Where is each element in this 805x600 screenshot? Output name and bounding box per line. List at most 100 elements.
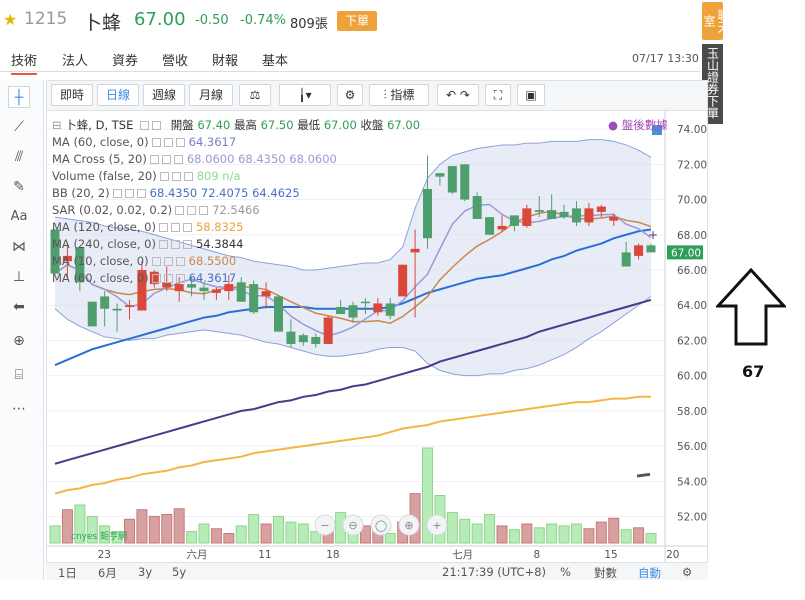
chat-room-button[interactable]: 聊天室 [702, 2, 730, 40]
text-icon[interactable]: Aa [8, 206, 30, 228]
ruler-icon[interactable]: ⌸ [8, 364, 30, 386]
brush-icon[interactable]: ✎ [8, 176, 30, 198]
fork-icon[interactable]: ⫻ [8, 146, 30, 168]
volume-bar [136, 509, 148, 544]
tab-institutional[interactable]: 法人 [62, 50, 88, 69]
indicator-name: MA (60, close, 0) [52, 271, 149, 285]
eye-icon[interactable] [151, 138, 161, 147]
annotation-value: 67 [742, 362, 765, 381]
eye-icon[interactable] [112, 189, 122, 198]
more-icon[interactable]: ⋯ [8, 398, 30, 420]
tab-basic[interactable]: 基本 [262, 50, 288, 69]
range-6m[interactable]: 6月 [98, 565, 117, 581]
close-icon[interactable] [175, 257, 185, 266]
settings-box[interactable] [140, 121, 150, 130]
tab-financials[interactable]: 財報 [212, 50, 238, 69]
percent-toggle[interactable]: % [560, 565, 571, 579]
order-button[interactable]: 下單 [337, 11, 377, 31]
indicator-row[interactable]: MA Cross (5, 20) 68.0600 68.4350 68.0600 [52, 151, 472, 168]
indicator-row[interactable]: MA (10, close, 0) 68.5500 [52, 253, 472, 270]
tab-revenue[interactable]: 營收 [162, 50, 188, 69]
eye-icon[interactable] [149, 155, 159, 164]
eye-icon[interactable] [158, 240, 168, 249]
balance-icon[interactable]: ⚖ [239, 84, 271, 106]
eye-icon[interactable] [151, 274, 161, 283]
settings-box[interactable] [163, 274, 173, 283]
gear-icon[interactable]: ⚙ [682, 565, 692, 579]
indicator-row[interactable]: SAR (0.02, 0.02, 0.2) 72.5466 [52, 202, 472, 219]
high-value: 67.50 [260, 118, 294, 132]
close-icon[interactable] [175, 274, 185, 283]
settings-box[interactable] [170, 240, 180, 249]
eye-icon[interactable] [159, 172, 169, 181]
indicator-row[interactable]: MA (60, close, 0) 64.3617 [52, 270, 472, 287]
volume-bar [297, 523, 309, 544]
low-value: 67.00 [323, 118, 357, 132]
eye-icon[interactable] [151, 257, 161, 266]
indicator-row[interactable]: MA (240, close, 0) 54.3844 [52, 236, 472, 253]
settings-box[interactable] [163, 138, 173, 147]
indicator-row[interactable]: MA (120, close, 0) 58.8325 [52, 219, 472, 236]
close-icon[interactable] [199, 206, 209, 215]
close-icon[interactable] [182, 223, 192, 232]
stock-code: 1215 [24, 9, 68, 29]
indicator-legend: ⊟ 卜蜂, D, TSE 開盤 67.40 最高 67.50 最低 67.00 … [52, 117, 472, 287]
volume-bar [198, 523, 210, 544]
candle-body [547, 210, 557, 219]
zoom-icon[interactable]: ⊕ [8, 330, 30, 352]
gear-icon[interactable]: ⚙ [337, 84, 363, 106]
log-toggle[interactable]: 對數 [594, 565, 617, 581]
measure-icon[interactable]: ⊥ [8, 266, 30, 288]
indicators-button[interactable]: ⫶ 指標 [369, 84, 429, 106]
eye-icon[interactable] [175, 206, 185, 215]
watermark: cnyes 鉅亨網 [71, 530, 127, 542]
undo-icon[interactable]: ↶ [446, 88, 456, 102]
settings-box[interactable] [171, 172, 181, 181]
indicator-row[interactable]: BB (20, 2) 68.4350 72.4075 64.4625 [52, 185, 472, 202]
tab-margin[interactable]: 資券 [112, 50, 138, 69]
settings-box[interactable] [161, 155, 171, 164]
camera-icon[interactable]: ▣ [517, 84, 545, 106]
close-icon[interactable] [183, 172, 193, 181]
close-icon[interactable] [175, 138, 185, 147]
collapse-icon[interactable]: ⊟ [52, 118, 62, 132]
close-icon[interactable] [136, 189, 146, 198]
range-5y[interactable]: 5y [172, 565, 186, 579]
volume-bar [235, 525, 247, 544]
arrow-icon[interactable]: ⬅ [8, 296, 30, 318]
intraday-button[interactable]: 即時 [51, 84, 93, 106]
trendline-icon[interactable]: ⟋ [8, 116, 30, 138]
settings-box[interactable] [124, 189, 134, 198]
range-3y[interactable]: 3y [138, 565, 152, 579]
star-icon[interactable]: ★ [3, 10, 17, 29]
after-hours-link[interactable]: ● 盤後數據 [608, 117, 668, 133]
pattern-icon[interactable]: ⋈ [8, 236, 30, 258]
monthly-button[interactable]: 月線 [189, 84, 233, 106]
crosshair-icon[interactable]: ┼ [8, 86, 30, 108]
candle-icon[interactable]: ╽▾ [279, 84, 331, 106]
fullscreen-icon[interactable]: ⛶ [485, 84, 511, 106]
weekly-button[interactable]: 週線 [143, 84, 185, 106]
redo-icon[interactable]: ↷ [460, 88, 470, 102]
settings-box[interactable] [170, 223, 180, 232]
auto-toggle[interactable]: 自動 [638, 565, 661, 581]
indicator-name: SAR (0.02, 0.02, 0.2) [52, 203, 173, 217]
undo-redo[interactable]: ↶ ↷ [437, 84, 479, 106]
close-icon[interactable] [182, 240, 192, 249]
daily-button[interactable]: 日線 [97, 84, 139, 106]
settings-box[interactable] [163, 257, 173, 266]
candle-body [323, 317, 333, 344]
tab-technical[interactable]: 技術 [11, 50, 38, 75]
settings-box[interactable] [152, 121, 162, 130]
eye-icon[interactable] [158, 223, 168, 232]
close-icon[interactable] [173, 155, 183, 164]
range-1d[interactable]: 1日 [58, 565, 77, 581]
after-hours-label: 盤後數據 [621, 118, 668, 132]
indicator-row[interactable]: MA (60, close, 0) 64.3617 [52, 134, 472, 151]
settings-box[interactable] [187, 206, 197, 215]
zoom-control-label: ⊖ [348, 519, 357, 532]
close-label: 收盤 [360, 118, 384, 132]
chart-symbol: 卜蜂, D, TSE [65, 118, 134, 132]
price-change: -0.50 [195, 13, 229, 28]
indicator-row[interactable]: Volume (false, 20) 809 n/a [52, 168, 472, 185]
